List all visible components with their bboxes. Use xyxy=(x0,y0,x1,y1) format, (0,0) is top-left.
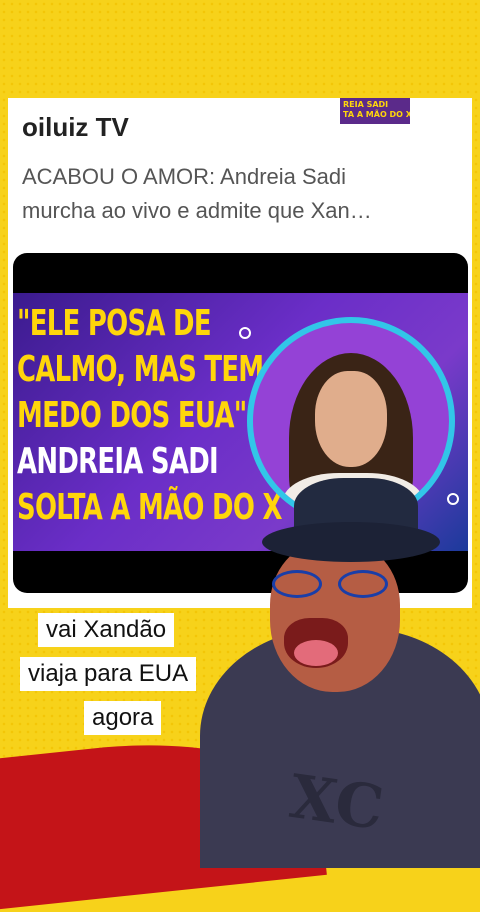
mini-thumbnail[interactable]: REIA SADI TA A MÃO DO XANDÃ xyxy=(340,98,410,124)
caption-line-2: viaja para EUA xyxy=(20,657,197,691)
mini-thumbnail-line: REIA SADI xyxy=(343,100,389,109)
headline-line: "ELE POSA DE xyxy=(17,303,212,344)
hoodie-logo: XC xyxy=(285,761,388,845)
video-title[interactable]: ACABOU O AMOR: Andreia Sadi murcha ao vi… xyxy=(22,160,462,228)
headline-line: CALMO, MAS TEM xyxy=(17,349,264,390)
thumbnail-headline: "ELE POSA DE CALMO, MAS TEM MEDO DOS EUA… xyxy=(17,301,282,531)
headline-line: ANDREIA SADI xyxy=(17,441,219,482)
man-tongue xyxy=(294,640,338,666)
caption-line-1: vai Xandão xyxy=(38,613,175,647)
caption-line-3: agora xyxy=(84,701,162,735)
presenter-face xyxy=(315,371,387,467)
decor-dot xyxy=(239,327,251,339)
hat-brim xyxy=(262,522,440,562)
video-title-line: ACABOU O AMOR: Andreia Sadi xyxy=(22,164,347,189)
headline-line: SOLTA A MÃO DO X xyxy=(17,487,282,528)
video-title-line: murcha ao vivo e admite que Xan… xyxy=(22,198,372,223)
glasses-icon xyxy=(272,570,392,598)
mini-thumbnail-line: TA A MÃO DO XANDÃ xyxy=(343,110,410,119)
headline-line: MEDO DOS EUA" xyxy=(17,395,247,436)
man-face xyxy=(270,542,400,692)
channel-name[interactable]: oiluiz TV xyxy=(22,112,129,143)
laughing-man-cutout: XC xyxy=(200,478,480,868)
